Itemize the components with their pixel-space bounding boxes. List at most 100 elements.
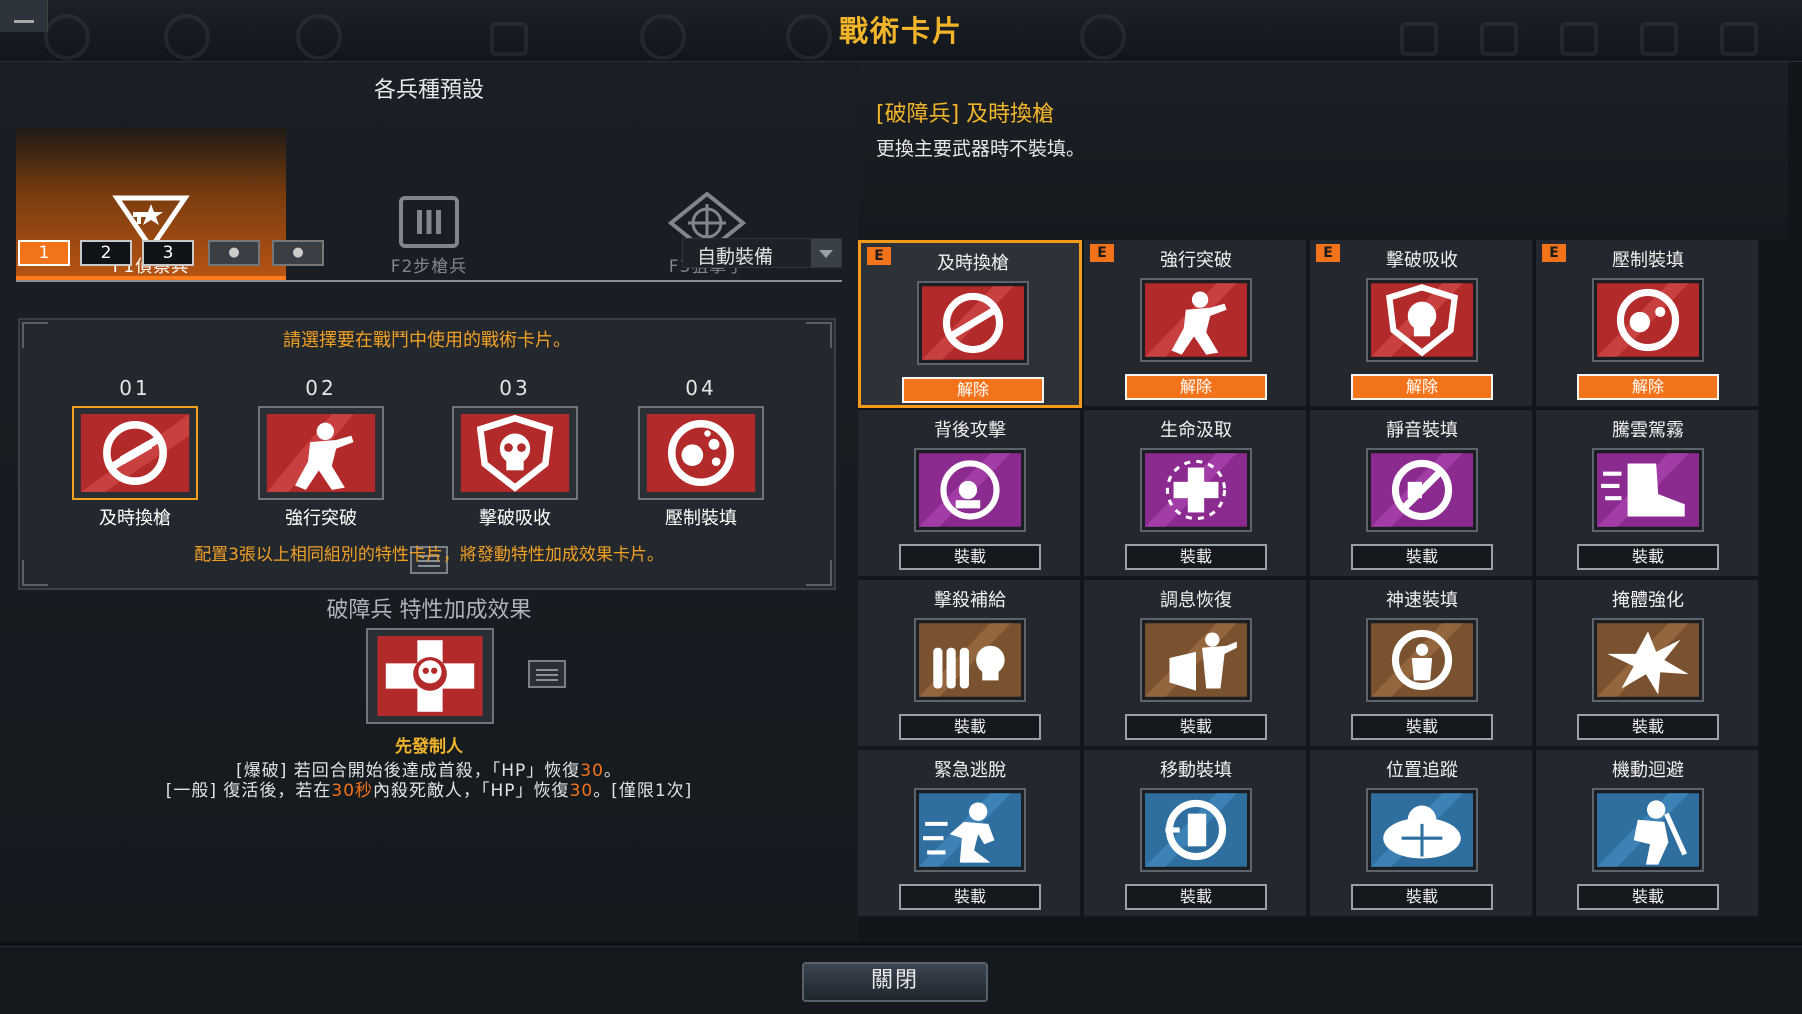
tactical-card[interactable]: 靜音裝填 裝載 <box>1310 410 1534 578</box>
equip-button[interactable]: 裝載 <box>1351 544 1493 570</box>
close-button[interactable]: 關閉 <box>802 962 988 1002</box>
card-name: 及時換槍 <box>937 253 1009 274</box>
auto-equip-dropdown[interactable]: 自動裝備 <box>682 238 842 268</box>
equipped-slot-01[interactable]: 01 及時換槍 <box>60 376 210 530</box>
card-name: 擊殺補給 <box>934 590 1006 611</box>
tactical-card[interactable]: E 及時換槍 解除 <box>858 240 1082 408</box>
equip-button[interactable]: 裝載 <box>1351 884 1493 910</box>
tactical-card[interactable]: E 擊破吸收 解除 <box>1310 240 1534 408</box>
slot-1-button[interactable]: 1 <box>18 240 70 266</box>
slot-number: 02 <box>305 376 337 400</box>
card-name: 騰雲駕霧 <box>1612 420 1684 441</box>
tactical-card[interactable]: 騰雲駕霧 裝載 <box>1536 410 1760 578</box>
set-bonus-hint: 配置3張以上相同組別的特性卡片，將發動特性加成效果卡片。 <box>194 545 664 565</box>
slot-2-button[interactable]: 2 <box>80 240 132 266</box>
slot-4-locked[interactable]: ● <box>208 240 260 266</box>
equip-button[interactable]: 裝載 <box>1577 714 1719 740</box>
equip-button[interactable]: 裝載 <box>1125 884 1267 910</box>
equip-button[interactable]: 裝載 <box>1351 714 1493 740</box>
equipped-name: 強行突破 <box>285 508 357 529</box>
card-name: 移動裝填 <box>1160 760 1232 781</box>
tactical-card[interactable]: 生命汲取 裝載 <box>1084 410 1308 578</box>
card-name: 強行突破 <box>1160 250 1232 271</box>
tactical-card[interactable]: 調息恢復 裝載 <box>1084 580 1308 748</box>
equipped-slot-04[interactable]: 04 壓制裝填 <box>626 376 776 530</box>
slot-5-locked[interactable]: ● <box>272 240 324 266</box>
tactical-card[interactable]: 擊殺補給 裝載 <box>858 580 1082 748</box>
unequip-button[interactable]: 解除 <box>902 377 1044 403</box>
back-attack-icon <box>914 448 1026 532</box>
suppress-reload-icon <box>1592 278 1704 362</box>
rifle-ammo-icon <box>399 196 459 248</box>
bonus-details-icon[interactable] <box>528 660 566 688</box>
equip-button[interactable]: 裝載 <box>1125 544 1267 570</box>
ammo-skull-icon <box>914 618 1026 702</box>
card-name: 機動迴避 <box>1612 760 1684 781</box>
life-drain-icon <box>1140 448 1252 532</box>
escape-runner-icon <box>914 788 1026 872</box>
tactical-card[interactable]: E 壓制裝填 解除 <box>1536 240 1760 408</box>
cover-burst-icon <box>1592 618 1704 702</box>
slot-number: 04 <box>685 376 717 400</box>
detail-card-desc: 更換主要武器時不裝填。 <box>876 138 1086 160</box>
equipped-name: 壓制裝填 <box>665 508 737 529</box>
bonus-card-name: 先發制人 <box>395 737 463 757</box>
first-strike-bonus-icon <box>366 628 494 724</box>
auto-equip-label: 自動裝備 <box>697 246 774 268</box>
quick-swap-icon <box>917 281 1029 365</box>
tab-f2-label: F2步槍兵 <box>390 257 468 277</box>
tracking-cloud-icon <box>1366 788 1478 872</box>
fast-reload-icon <box>1366 618 1478 702</box>
equipped-slot-02[interactable]: 02 強行突破 <box>246 376 396 530</box>
tactical-card[interactable]: 神速裝填 裝載 <box>1310 580 1534 748</box>
chevron-down-icon <box>811 239 841 267</box>
skull-shield-icon <box>452 406 578 500</box>
lock-icon: ● <box>292 245 304 260</box>
equipped-name: 擊破吸收 <box>479 508 551 529</box>
unequip-button[interactable]: 解除 <box>1577 374 1719 400</box>
lock-icon: ● <box>228 245 240 260</box>
card-name: 掩體強化 <box>1612 590 1684 611</box>
equip-button[interactable]: 裝載 <box>1577 544 1719 570</box>
unequip-button[interactable]: 解除 <box>1125 374 1267 400</box>
equip-button[interactable]: 裝載 <box>1125 714 1267 740</box>
breach-soldier-icon <box>258 406 384 500</box>
slot-number: 03 <box>499 376 531 400</box>
card-name: 生命汲取 <box>1160 420 1232 441</box>
suppress-reload-icon <box>638 406 764 500</box>
bonus-title: 破障兵 特性加成效果 <box>326 598 532 623</box>
window-title: 戰術卡片 <box>838 14 963 48</box>
breach-soldier-icon <box>1140 278 1252 362</box>
equip-button[interactable]: 裝載 <box>899 544 1041 570</box>
quick-swap-icon <box>72 406 198 500</box>
tactical-card[interactable]: 緊急逃脫 裝載 <box>858 750 1082 918</box>
card-detail: [破障兵] 及時換槍 更換主要武器時不裝填。 <box>858 62 1788 240</box>
select-prompt: 請選擇要在戰鬥中使用的戰術卡片。 <box>283 330 571 351</box>
equip-button[interactable]: 裝載 <box>1577 884 1719 910</box>
card-name: 背後攻擊 <box>934 420 1006 441</box>
top-bar: 戰術卡片 <box>0 0 1802 62</box>
card-name: 靜音裝填 <box>1386 420 1458 441</box>
equip-button[interactable]: 裝載 <box>899 884 1041 910</box>
card-panel: [破障兵] 及時換槍 更換主要武器時不裝填。 E 及時換槍 解除 E 強行突破 解除 E 擊破… <box>858 62 1802 942</box>
tactical-card[interactable]: 移動裝填 裝載 <box>1084 750 1308 918</box>
slot-number: 01 <box>119 376 151 400</box>
tactical-card[interactable]: E 強行突破 解除 <box>1084 240 1308 408</box>
tab-f2-rifleman[interactable]: F2步槍兵 <box>294 128 564 280</box>
equip-button[interactable]: 裝載 <box>899 714 1041 740</box>
detail-card-name: [破障兵] 及時換槍 <box>876 102 1055 127</box>
skull-shield-icon <box>1366 278 1478 362</box>
card-name: 神速裝填 <box>1386 590 1458 611</box>
silent-reload-icon <box>1366 448 1478 532</box>
tactical-card[interactable]: 掩體強化 裝載 <box>1536 580 1760 748</box>
tactical-card[interactable]: 機動迴避 裝載 <box>1536 750 1760 918</box>
slot-3-button[interactable]: 3 <box>142 240 194 266</box>
dodge-soldier-icon <box>1592 788 1704 872</box>
equipped-slot-03[interactable]: 03 擊破吸收 <box>440 376 590 530</box>
tactical-card[interactable]: 背後攻擊 裝載 <box>858 410 1082 578</box>
card-name: 擊破吸收 <box>1386 250 1458 271</box>
card-name: 壓制裝填 <box>1612 250 1684 271</box>
presets-title: 各兵種預設 <box>373 78 484 103</box>
tactical-card[interactable]: 位置追蹤 裝載 <box>1310 750 1534 918</box>
unequip-button[interactable]: 解除 <box>1351 374 1493 400</box>
